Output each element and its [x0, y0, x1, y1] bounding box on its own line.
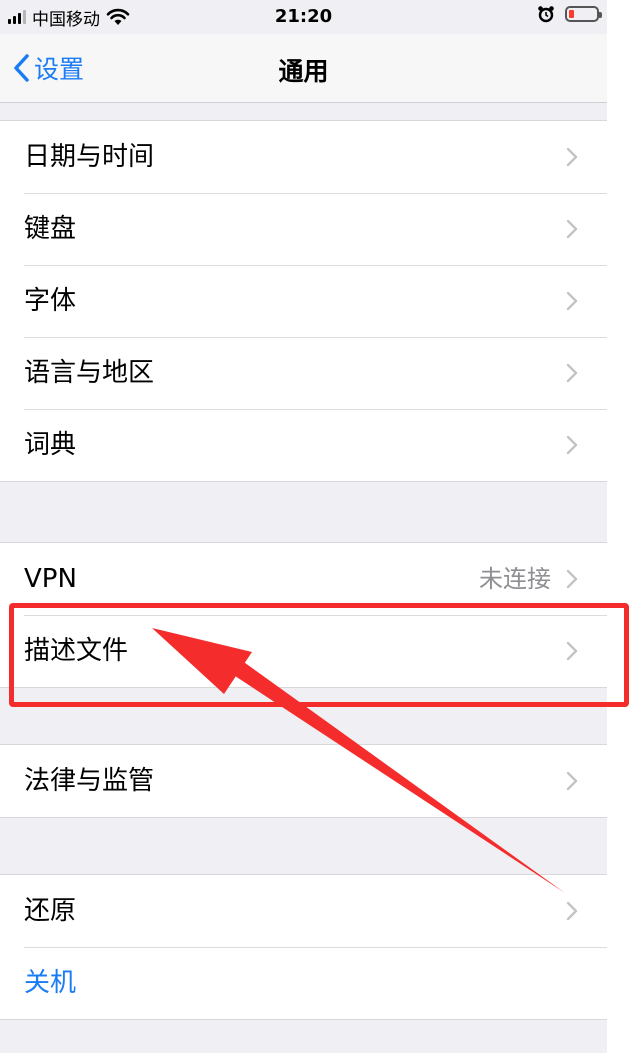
- row-label: VPN: [24, 564, 77, 594]
- row-label: 日期与时间: [24, 142, 155, 172]
- row-label: 键盘: [24, 214, 77, 244]
- status-time: 21:20: [274, 6, 333, 27]
- row-label: 字体: [24, 286, 77, 316]
- row-reset[interactable]: 还原: [0, 875, 607, 947]
- settings-group-reset: 还原 关机: [0, 874, 607, 1020]
- settings-group-vpn: VPN 未连接 描述文件: [0, 542, 607, 688]
- chevron-right-icon: [566, 219, 578, 239]
- row-fonts[interactable]: 字体: [0, 265, 607, 337]
- chevron-right-icon: [566, 771, 578, 791]
- chevron-right-icon: [566, 435, 578, 455]
- chevron-right-icon: [566, 901, 578, 921]
- page-title: 通用: [278, 57, 329, 86]
- chevron-right-icon: [566, 147, 578, 167]
- chevron-right-icon: [566, 363, 578, 383]
- row-language-region[interactable]: 语言与地区: [0, 337, 607, 409]
- vpn-status: 未连接: [479, 565, 551, 593]
- settings-group-general: 日期与时间 键盘 字体 语言与地区 词典: [0, 120, 607, 482]
- row-profiles[interactable]: 描述文件: [0, 615, 607, 687]
- status-bar: 中国移动 21:20: [0, 0, 607, 34]
- row-vpn[interactable]: VPN 未连接: [0, 543, 607, 615]
- row-date-time[interactable]: 日期与时间: [0, 121, 607, 193]
- status-right: [537, 5, 602, 23]
- navigation-bar: 设置 通用: [0, 34, 607, 103]
- row-label: 还原: [24, 896, 77, 926]
- row-keyboard[interactable]: 键盘: [0, 193, 607, 265]
- row-dictionary[interactable]: 词典: [0, 409, 607, 481]
- image-margin: [607, 0, 640, 1053]
- row-label: 词典: [24, 430, 77, 460]
- chevron-right-icon: [566, 291, 578, 311]
- shut-down-label: 关机: [24, 968, 77, 998]
- settings-screen: 中国移动 21:20 设置 通用 日期与时间 键盘 字体 语言与地区 词典 VP…: [0, 0, 607, 1053]
- alarm-icon: [538, 6, 554, 23]
- row-label: 法律与监管: [24, 766, 155, 796]
- settings-group-legal: 法律与监管: [0, 744, 607, 818]
- battery-icon: [565, 6, 602, 22]
- row-shut-down[interactable]: 关机: [0, 947, 607, 1019]
- chevron-right-icon: [566, 641, 578, 661]
- row-label: 描述文件: [24, 636, 129, 666]
- row-legal-regulatory[interactable]: 法律与监管: [0, 745, 607, 817]
- row-label: 语言与地区: [24, 358, 155, 388]
- chevron-right-icon: [566, 569, 578, 589]
